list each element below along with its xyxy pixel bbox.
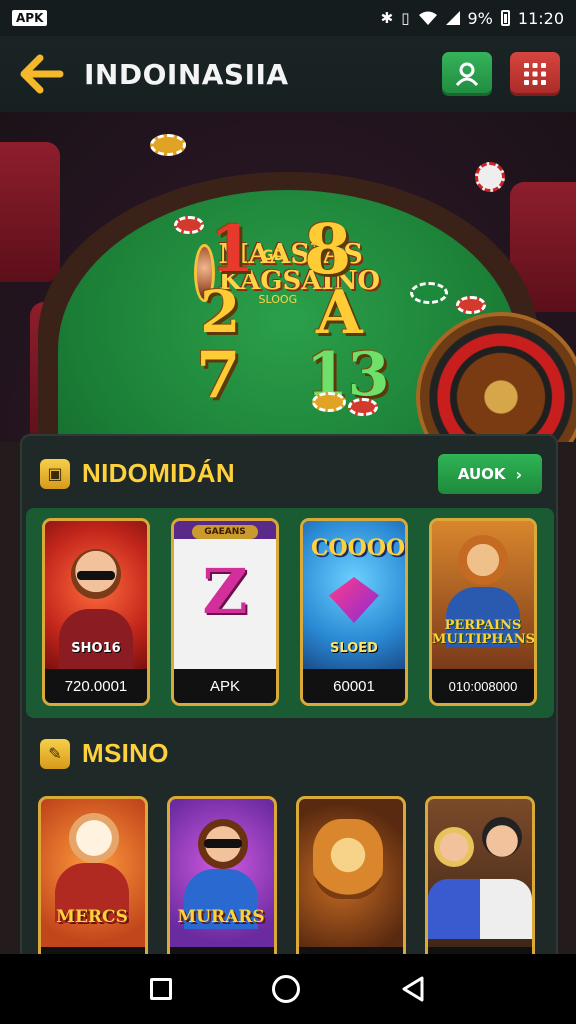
- wifi-icon: [418, 11, 437, 25]
- poker-chip: [456, 296, 486, 314]
- game-card[interactable]: MURARS: [167, 796, 277, 966]
- poker-chip: [174, 216, 204, 234]
- section-header: ▣ NIDOMIDÁN: [40, 458, 235, 489]
- game-card[interactable]: [425, 796, 535, 966]
- poker-chip: [348, 398, 378, 416]
- table-number: 7: [196, 338, 241, 413]
- home-button[interactable]: [272, 975, 300, 1003]
- status-bar: APK ✱ ▯ 9% 11:20: [0, 0, 576, 36]
- game-cards-row: SHO16 720.0001 GAEANS Z APK COOOO SLOED …: [26, 508, 554, 718]
- game-card-banner: GAEANS: [192, 525, 258, 539]
- battery-icon: [500, 10, 510, 26]
- arrow-left-icon: [20, 54, 64, 94]
- character-body: [428, 879, 532, 939]
- app-screen: APK ✱ ▯ 9% 11:20 INDOINASIIA MAASIAS KAG…: [0, 0, 576, 1024]
- poker-chip: [312, 392, 346, 412]
- game-card-label: MURARS: [177, 907, 265, 927]
- section-header: ✎ MSINO: [40, 738, 169, 769]
- clock: 11:20: [517, 8, 564, 28]
- user-icon: [455, 62, 479, 87]
- sunglasses-icon: [77, 571, 115, 580]
- poker-chip: [150, 134, 186, 156]
- game-card-label: SLOED: [330, 641, 378, 656]
- status-icons: ✱ ▯ 9% 11:20: [381, 9, 564, 28]
- character-head: [482, 817, 522, 857]
- app-badge: APK: [12, 10, 48, 26]
- game-card-value: APK: [174, 669, 276, 703]
- game-card[interactable]: SHO16 720.0001: [42, 518, 150, 706]
- game-card[interactable]: [296, 796, 406, 966]
- poker-chip: [475, 162, 505, 192]
- game-card[interactable]: MERCS: [38, 796, 148, 966]
- tiger-head: [313, 819, 383, 899]
- game-card-value: 010:008000: [432, 669, 534, 703]
- game-card-label: MERCS: [56, 907, 128, 927]
- nfc-icon: ▯: [401, 9, 410, 27]
- game-card-value: 720.0001: [45, 669, 147, 703]
- signal-icon: [445, 11, 460, 25]
- back-triangle-icon[interactable]: [400, 975, 426, 1003]
- trophy-icon: ▣: [40, 458, 70, 489]
- sunglasses-icon: [204, 839, 242, 848]
- game-card[interactable]: PERPAINS MULTIPHANS 010:008000: [429, 518, 537, 706]
- game-card-banner: COOOO: [311, 535, 406, 561]
- recents-button[interactable]: [150, 978, 172, 1000]
- see-more-label: AUOK: [457, 465, 506, 483]
- section-title: MSINO: [82, 738, 169, 768]
- system-nav-bar: [0, 954, 576, 1024]
- section-title: NIDOMIDÁN: [82, 458, 235, 488]
- games-panel: ▣ NIDOMIDÁN AUOK › SHO16 720.0001 GAEANS: [20, 434, 558, 994]
- hero-banner[interactable]: MAASIAS KAGSAINO SLOOG 1 8 GD 2 A 7 13: [0, 112, 576, 442]
- casino-chair: [0, 142, 60, 282]
- pencil-icon: ✎: [40, 738, 70, 769]
- menu-button[interactable]: [510, 52, 560, 96]
- slot-symbol: Z: [202, 555, 248, 628]
- table-number: 2: [200, 278, 241, 346]
- game-card-art: GAEANS Z: [174, 521, 276, 669]
- game-card-value: 60001: [303, 669, 405, 703]
- game-card[interactable]: COOOO SLOED 60001: [300, 518, 408, 706]
- chevron-right-icon: ›: [515, 464, 523, 484]
- table-number: A: [316, 278, 363, 348]
- see-more-button[interactable]: AUOK ›: [438, 454, 542, 494]
- table-number: 1: [210, 212, 255, 287]
- table-small-text: GD: [262, 248, 286, 264]
- battery-percent: 9%: [467, 8, 493, 28]
- back-button[interactable]: [16, 48, 68, 100]
- game-card-label: SHO16: [71, 641, 121, 656]
- game-card[interactable]: GAEANS Z APK: [171, 518, 279, 706]
- app-title: INDOINASIIA: [84, 57, 289, 91]
- bluetooth-icon: ✱: [380, 9, 394, 27]
- poker-chip: [410, 282, 448, 304]
- character-body: [59, 609, 133, 669]
- character-head: [434, 827, 474, 867]
- app-bar: INDOINASIIA: [0, 36, 576, 112]
- profile-button[interactable]: [442, 52, 492, 96]
- grid-menu-icon: [524, 63, 546, 85]
- app-bar-actions: [442, 52, 560, 96]
- game-card-label: PERPAINS MULTIPHANS: [432, 618, 535, 648]
- gem-icon: [329, 577, 379, 623]
- character-head: [69, 813, 119, 863]
- character-head: [458, 535, 508, 585]
